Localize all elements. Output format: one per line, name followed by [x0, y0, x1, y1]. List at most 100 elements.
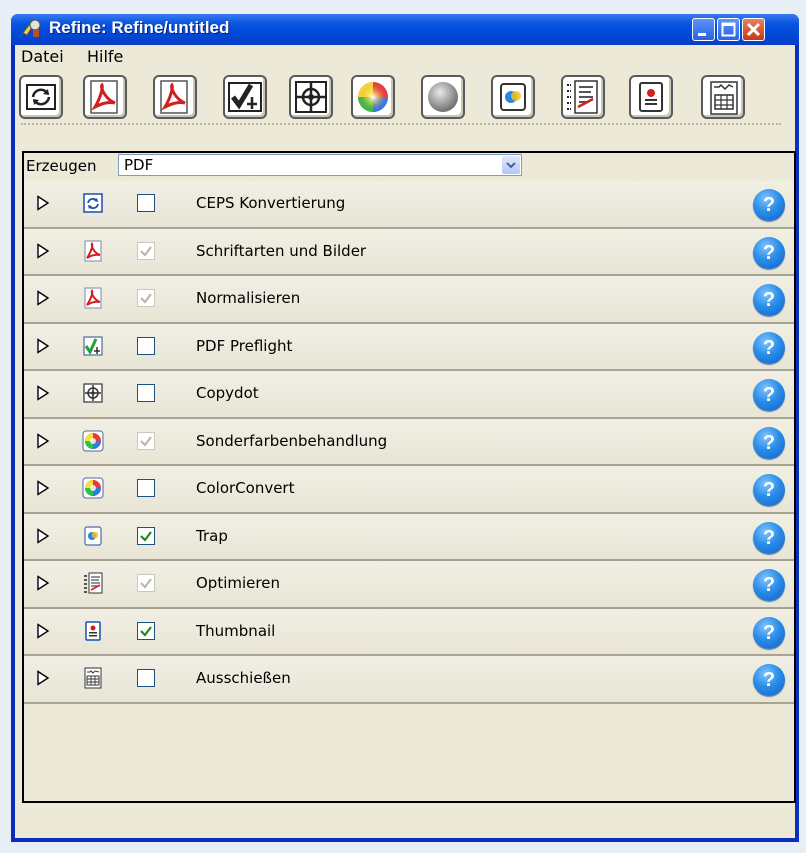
help-icon[interactable]: ?: [753, 379, 785, 411]
color-wheel-icon: [82, 477, 104, 499]
expand-triangle-icon[interactable]: [36, 575, 50, 591]
step-checkbox[interactable]: [137, 431, 155, 450]
refresh-icon: [26, 84, 56, 110]
optimize-icon: [82, 572, 104, 594]
pdf-fonts-icon: [90, 80, 118, 114]
expand-triangle-icon[interactable]: [36, 480, 50, 496]
tool-ceps[interactable]: [19, 75, 63, 119]
step-checkbox[interactable]: [137, 384, 155, 402]
help-icon[interactable]: ?: [753, 331, 785, 364]
step-row[interactable]: Schriftarten und Bilder?: [24, 228, 794, 276]
step-row[interactable]: ColorConvert?: [24, 466, 794, 514]
step-row[interactable]: Trap?: [24, 513, 794, 561]
gray-sphere-icon: [428, 82, 458, 112]
help-icon[interactable]: ?: [753, 236, 785, 269]
pdf-icon: [82, 287, 104, 309]
expand-triangle-icon[interactable]: [36, 290, 50, 306]
thumbnail-icon: [639, 82, 663, 112]
produce-label: Erzeugen: [26, 157, 97, 175]
help-icon[interactable]: ?: [753, 426, 785, 459]
step-label: PDF Preflight: [196, 336, 293, 355]
expand-triangle-icon[interactable]: [36, 195, 50, 211]
step-label: CEPS Konvertierung: [196, 194, 346, 212]
main-window: Refine: Refine/untitled Datei Hilfe Erze…: [11, 14, 799, 842]
menu-bar: Datei Hilfe: [15, 45, 795, 67]
step-checkbox[interactable]: [137, 526, 155, 545]
step-checkbox[interactable]: [137, 336, 155, 355]
steps-panel: Erzeugen PDF CEPS Konvertierung? Schrifta…: [22, 151, 796, 803]
tool-normalize[interactable]: [153, 75, 197, 119]
tool-gray[interactable]: [421, 75, 465, 119]
step-checkbox[interactable]: [137, 289, 155, 307]
tool-preflight[interactable]: [223, 75, 267, 119]
chevron-down-icon[interactable]: [502, 156, 520, 174]
copydot-icon: [82, 382, 104, 404]
step-row[interactable]: Sonderfarbenbehandlung?: [24, 418, 794, 466]
pdf-icon: [82, 240, 104, 262]
expand-triangle-icon[interactable]: [36, 385, 50, 401]
step-row[interactable]: Copydot?: [24, 371, 794, 419]
step-row[interactable]: Optimieren?: [24, 561, 794, 609]
minimize-button[interactable]: [692, 18, 715, 41]
expand-triangle-icon[interactable]: [36, 527, 50, 544]
step-checkbox[interactable]: [137, 574, 155, 592]
step-checkbox[interactable]: [137, 241, 155, 260]
menu-hilfe[interactable]: Hilfe: [87, 47, 123, 66]
produce-select[interactable]: PDF: [118, 154, 522, 176]
expand-triangle-icon[interactable]: [36, 622, 50, 639]
maximize-button[interactable]: [717, 18, 740, 41]
step-row[interactable]: Ausschießen?: [24, 656, 794, 704]
tool-optimize[interactable]: [561, 75, 605, 119]
help-icon[interactable]: ?: [753, 521, 785, 554]
trap-icon: [82, 525, 104, 547]
help-icon[interactable]: ?: [753, 616, 785, 649]
copydot-icon: [295, 81, 327, 113]
help-icon[interactable]: ?: [753, 664, 785, 696]
help-icon[interactable]: ?: [753, 284, 785, 316]
step-row[interactable]: PDF Preflight?: [24, 323, 794, 371]
tool-copydot[interactable]: [289, 75, 333, 119]
step-row[interactable]: CEPS Konvertierung?: [24, 181, 794, 229]
step-checkbox[interactable]: [137, 621, 155, 640]
tool-trap[interactable]: [491, 75, 535, 119]
step-label: Optimieren: [196, 574, 280, 592]
help-icon[interactable]: ?: [753, 474, 785, 506]
expand-triangle-icon[interactable]: [36, 242, 50, 259]
menu-datei[interactable]: Datei: [21, 47, 64, 66]
title-bar[interactable]: Refine: Refine/untitled: [11, 14, 799, 45]
step-label: Trap: [196, 526, 228, 545]
app-icon: [21, 19, 43, 39]
thumbnail-icon: [82, 620, 104, 642]
impose-icon: [82, 667, 104, 689]
step-row[interactable]: Thumbnail?: [24, 608, 794, 656]
step-checkbox[interactable]: [137, 194, 155, 212]
step-label: Sonderfarbenbehandlung: [196, 431, 388, 450]
trap-icon: [500, 83, 526, 111]
expand-triangle-icon[interactable]: [36, 432, 50, 449]
tool-fonts-images[interactable]: [83, 75, 127, 119]
pdf-normalize-icon: [160, 80, 188, 114]
expand-triangle-icon[interactable]: [36, 337, 50, 354]
help-icon[interactable]: ?: [753, 189, 785, 221]
optimize-icon: [567, 80, 598, 114]
tool-thumbnail[interactable]: [629, 75, 673, 119]
color-wheel-icon: [358, 82, 388, 112]
produce-value: PDF: [124, 156, 154, 174]
step-row[interactable]: Normalisieren?: [24, 276, 794, 324]
expand-triangle-icon[interactable]: [36, 670, 50, 686]
preflight-icon: [228, 82, 262, 112]
step-label: Copydot: [196, 384, 259, 402]
tool-impose[interactable]: [701, 75, 745, 119]
close-button[interactable]: [742, 18, 765, 41]
step-label: Ausschießen: [196, 669, 291, 687]
preflight-icon: [82, 335, 104, 357]
window-client: Datei Hilfe Erzeugen PDF CEPS Konvertier…: [15, 45, 796, 838]
color-wheel-icon: [82, 430, 104, 452]
steps-list: CEPS Konvertierung? Schriftarten und Bild…: [24, 181, 794, 704]
step-checkbox[interactable]: [137, 669, 155, 687]
toolbar: [15, 71, 795, 125]
window-title: Refine: Refine/untitled: [49, 18, 230, 37]
step-checkbox[interactable]: [137, 479, 155, 497]
help-icon[interactable]: ?: [753, 569, 785, 601]
tool-spot-colors[interactable]: [351, 75, 395, 119]
